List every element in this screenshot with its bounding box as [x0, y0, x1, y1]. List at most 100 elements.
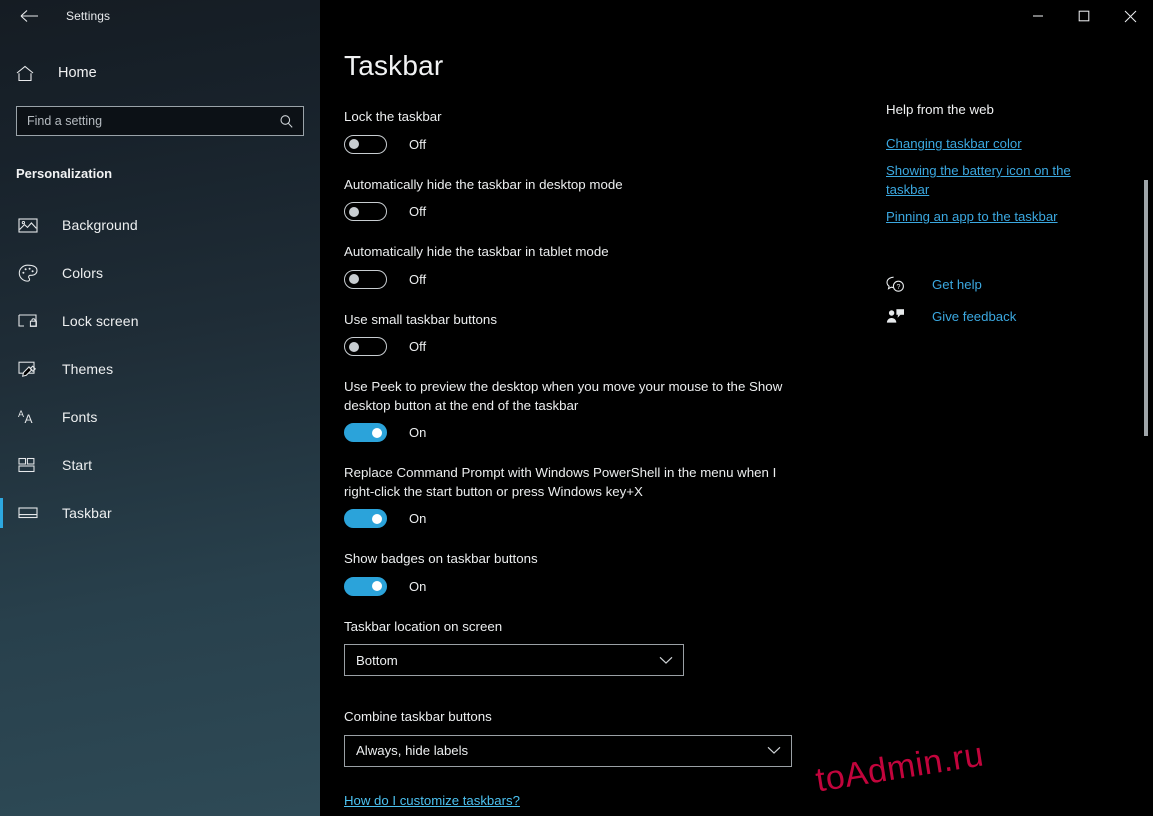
home-icon: [16, 65, 46, 82]
toggle-knob: [349, 342, 359, 352]
get-help-action[interactable]: ? Get help: [886, 270, 1116, 298]
toggle-state-label: Off: [409, 137, 426, 152]
setting-lock-the-taskbar: Lock the taskbar Off: [344, 108, 799, 154]
dropdown-value: Bottom: [356, 653, 398, 668]
scrollbar-thumb[interactable]: [1144, 180, 1148, 436]
page-title: Taskbar: [344, 50, 1153, 82]
sidebar-section-heading: Personalization: [0, 166, 320, 181]
back-arrow-icon: [20, 9, 39, 23]
setting-autohide-desktop-mode: Automatically hide the taskbar in deskto…: [344, 176, 799, 222]
themes-brush-icon: [18, 358, 44, 380]
setting-label: Show badges on taskbar buttons: [344, 550, 784, 569]
toggle-row: On: [344, 509, 799, 528]
help-panel-title: Help from the web: [886, 102, 1116, 117]
chevron-down-icon: [767, 746, 781, 755]
start-tiles-icon: [18, 454, 44, 476]
picture-icon: [18, 214, 44, 236]
toggle-state-label: Off: [409, 339, 426, 354]
chevron-down-icon: [659, 656, 673, 665]
toggle-autohide-desktop-mode[interactable]: [344, 202, 387, 221]
fonts-aa-icon: A A: [18, 406, 44, 428]
sidebar: Settings Home Personalization: [0, 0, 320, 816]
sidebar-item-fonts-label: Fonts: [62, 409, 98, 425]
sidebar-item-colors-label: Colors: [62, 265, 103, 281]
help-link-showing-battery-icon[interactable]: Showing the battery icon on the taskbar: [886, 161, 1091, 199]
sidebar-item-themes[interactable]: Themes: [0, 345, 320, 393]
sidebar-item-themes-label: Themes: [62, 361, 113, 377]
vertical-scrollbar[interactable]: [1140, 32, 1153, 816]
sidebar-item-background[interactable]: Background: [0, 201, 320, 249]
toggle-row: On: [344, 423, 799, 442]
sidebar-nav-list: Background Colors: [0, 201, 320, 537]
toggle-state-label: Off: [409, 272, 426, 287]
setting-label: Automatically hide the taskbar in tablet…: [344, 243, 784, 262]
toggle-show-badges[interactable]: [344, 577, 387, 596]
taskbar-icon: [18, 502, 44, 524]
toggle-state-label: On: [409, 425, 426, 440]
palette-icon: [18, 262, 44, 284]
search-input[interactable]: [17, 107, 279, 135]
settings-column: Lock the taskbar Off Automatically hide …: [344, 108, 799, 810]
dropdown-label: Taskbar location on screen: [344, 618, 784, 637]
toggle-row: Off: [344, 337, 799, 356]
setting-label: Use small taskbar buttons: [344, 311, 784, 330]
sidebar-item-taskbar-label: Taskbar: [62, 505, 112, 521]
sidebar-item-colors[interactable]: Colors: [0, 249, 320, 297]
toggle-knob: [372, 581, 382, 591]
dropdown-label: Combine taskbar buttons: [344, 708, 784, 727]
customize-taskbars-link[interactable]: How do I customize taskbars?: [344, 793, 520, 808]
give-feedback-icon: [886, 308, 912, 325]
help-actions: ? Get help Give feedback: [886, 270, 1116, 330]
search-box[interactable]: [16, 106, 304, 136]
help-link-pinning-an-app[interactable]: Pinning an app to the taskbar: [886, 207, 1091, 226]
toggle-use-peek[interactable]: [344, 423, 387, 442]
toggle-knob: [372, 514, 382, 524]
dropdown-combine-taskbar-buttons[interactable]: Always, hide labels: [344, 735, 792, 767]
setting-show-badges: Show badges on taskbar buttons On: [344, 550, 799, 596]
toggle-knob: [349, 274, 359, 284]
dropdown-value: Always, hide labels: [356, 743, 468, 758]
sidebar-item-home[interactable]: Home: [0, 54, 320, 92]
toggle-lock-the-taskbar[interactable]: [344, 135, 387, 154]
window-title: Settings: [66, 9, 110, 23]
toggle-knob: [349, 139, 359, 149]
give-feedback-label: Give feedback: [932, 309, 1016, 324]
sidebar-item-fonts[interactable]: A A Fonts: [0, 393, 320, 441]
svg-text:A: A: [18, 409, 24, 419]
toggle-autohide-tablet-mode[interactable]: [344, 270, 387, 289]
settings-window: Settings Home Personalization: [0, 0, 1153, 816]
lock-screen-icon: [18, 310, 44, 332]
setting-label: Replace Command Prompt with Windows Powe…: [344, 464, 784, 501]
setting-autohide-tablet-mode: Automatically hide the taskbar in tablet…: [344, 243, 799, 289]
setting-use-peek: Use Peek to preview the desktop when you…: [344, 378, 799, 442]
main-content: Taskbar Lock the taskbar Off Automatical…: [320, 0, 1153, 816]
sidebar-item-lock-screen-label: Lock screen: [62, 313, 139, 329]
toggle-state-label: Off: [409, 204, 426, 219]
sidebar-item-home-label: Home: [58, 65, 97, 81]
sidebar-item-taskbar[interactable]: Taskbar: [0, 489, 320, 537]
toggle-replace-command-prompt[interactable]: [344, 509, 387, 528]
get-help-icon: ?: [886, 276, 912, 293]
sidebar-item-start-label: Start: [62, 457, 92, 473]
toggle-state-label: On: [409, 511, 426, 526]
toggle-knob: [372, 428, 382, 438]
sidebar-item-lock-screen[interactable]: Lock screen: [0, 297, 320, 345]
svg-text:?: ?: [897, 284, 901, 291]
setting-label: Lock the taskbar: [344, 108, 784, 127]
svg-text:A: A: [25, 412, 33, 426]
toggle-state-label: On: [409, 579, 426, 594]
give-feedback-action[interactable]: Give feedback: [886, 302, 1116, 330]
help-panel: Help from the web Changing taskbar color…: [886, 102, 1116, 334]
dropdown-taskbar-location[interactable]: Bottom: [344, 644, 684, 676]
toggle-knob: [349, 207, 359, 217]
back-button[interactable]: [14, 3, 44, 29]
sidebar-item-background-label: Background: [62, 217, 138, 233]
setting-taskbar-location: Taskbar location on screen Bottom: [344, 618, 799, 677]
help-link-changing-taskbar-color[interactable]: Changing taskbar color: [886, 134, 1091, 153]
sidebar-item-start[interactable]: Start: [0, 441, 320, 489]
toggle-row: Off: [344, 135, 799, 154]
toggle-small-taskbar-buttons[interactable]: [344, 337, 387, 356]
setting-replace-command-prompt: Replace Command Prompt with Windows Powe…: [344, 464, 799, 528]
setting-small-taskbar-buttons: Use small taskbar buttons Off: [344, 311, 799, 357]
search-icon[interactable]: [279, 114, 303, 129]
